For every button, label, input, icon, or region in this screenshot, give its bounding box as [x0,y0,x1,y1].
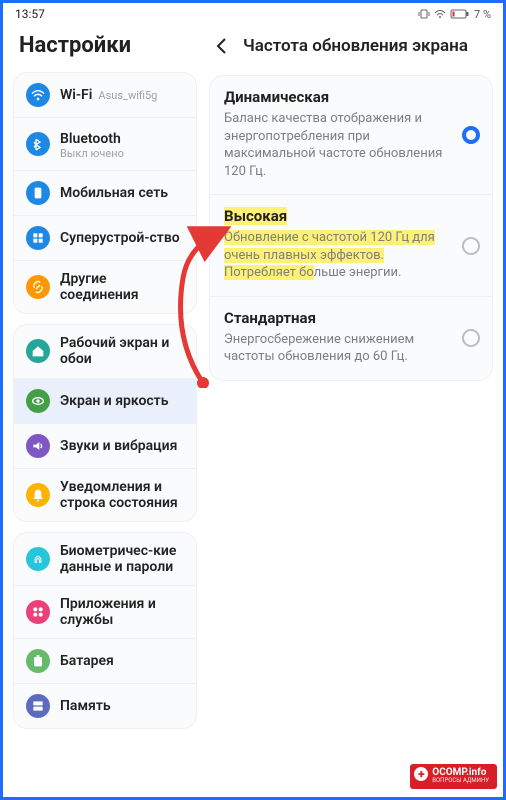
option-standard[interactable]: Стандартная Энергосбережение снижением ча… [210,297,492,380]
sidebar-item-label: Память [60,698,111,714]
eye-icon [26,389,50,413]
apps-icon [26,600,50,624]
sidebar-item-bio[interactable]: Биометричес-кие данные и пароли [14,533,196,586]
sidebar-item-labels: Звуки и вибрация [60,438,186,454]
sidebar-item-labels: Экран и яркость [60,393,186,409]
sidebar-item-display[interactable]: Экран и яркость [14,379,196,424]
sidebar-item-label: Батарея [60,653,114,669]
sidebar-item-label: Приложения и службы [60,596,186,628]
sidebar-item-sound[interactable]: Звуки и вибрация [14,424,196,469]
page-title: Настройки [19,33,197,58]
option-title: Высокая [224,207,450,225]
detail-pane: Частота обновления экрана Динамическая Ба… [203,23,503,795]
option-title: Стандартная [224,309,450,327]
status-right: 7 % [418,8,491,21]
sidebar-item-label: Мобильная сеть [60,185,168,201]
sidebar-item-labels: Суперустрой-ство [60,230,186,246]
option-desc: Энергосбережение снижением частоты обнов… [224,331,450,366]
sidebar-item-labels: Другие соединения [60,271,186,303]
bt-icon [26,132,50,156]
plus-icon: + [414,767,428,781]
sidebar-item-battery[interactable]: Батарея [14,639,196,684]
status-time: 13:57 [15,7,45,21]
watermark: + OCOMP.info ВОПРОСЫ АДМИНУ [410,764,497,789]
sidebar-item-label: Bluetooth [60,131,121,147]
status-bar: 13:57 7 % [3,3,503,23]
sidebar-item-label: Другие соединения [60,271,186,303]
arrow-left-icon [213,37,231,55]
sidebar-item-labels: Биометричес-кие данные и пароли [60,543,186,575]
back-button[interactable] [211,35,233,57]
link-icon [26,275,50,299]
sidebar-item-labels: Мобильная сеть [60,185,186,201]
battery-icon [450,9,470,19]
batt-icon [26,649,50,673]
sidebar-group: Рабочий экран и обои Экран и яркость Звуки… [13,324,197,521]
sidebar-item-label: Экран и яркость [60,393,169,409]
sidebar-item-label: Биометричес-кие данные и пароли [60,543,186,575]
radio-dynamic[interactable] [462,126,480,144]
sidebar-item-labels: Рабочий экран и обои [60,335,186,367]
option-desc: Баланс качества отображения и энергопотр… [224,110,450,180]
battery-pct: 7 % [474,8,491,21]
sidebar-item-notif[interactable]: Уведомления и строка состояния [14,469,196,521]
radio-standard[interactable] [462,329,480,347]
sidebar-group: Биометричес-кие данные и пароли Приложени… [13,532,197,729]
sidebar-item-labels: BluetoothВыкл ючено [60,128,186,160]
settings-sidebar: Настройки Wi-Fi Asus_wifi5g BluetoothВыкл … [3,23,203,795]
sidebar-item-bluetooth[interactable]: BluetoothВыкл ючено [14,118,196,171]
detail-title: Частота обновления экрана [243,36,468,56]
bell-icon [26,483,50,507]
home-icon [26,339,50,363]
sound-icon [26,434,50,458]
sidebar-group: Wi-Fi Asus_wifi5g BluetoothВыкл ючено Мобил… [13,72,197,314]
sidebar-item-label: Уведомления и строка состояния [60,479,186,511]
sidebar-item-labels: Уведомления и строка состояния [60,479,186,511]
sidebar-item-more[interactable]: Другие соединения [14,261,196,313]
sidebar-item-labels: Батарея [60,653,186,669]
vibrate-icon [418,9,430,19]
option-title: Динамическая [224,88,450,106]
sidebar-item-label: Рабочий экран и обои [60,335,186,367]
sidebar-item-labels: Приложения и службы [60,596,186,628]
finger-icon [26,547,50,571]
sidebar-item-label: Звуки и вибрация [60,438,177,454]
sidebar-item-super[interactable]: Суперустрой-ство [14,216,196,261]
refresh-rate-options: Динамическая Баланс качества отображения … [209,75,493,381]
storage-icon [26,694,50,718]
sidebar-item-label: Wi-Fi [60,87,92,103]
wifi-icon [26,83,50,107]
sidebar-item-storage[interactable]: Память [14,684,196,728]
sidebar-item-label: Суперустрой-ство [60,230,180,246]
grid-icon [26,226,50,250]
wifi-icon [434,9,446,19]
sim-icon [26,181,50,205]
option-high[interactable]: Высокая Обновление с частотой 120 Гц для … [210,195,492,297]
sidebar-item-apps[interactable]: Приложения и службы [14,586,196,639]
sidebar-item-wifi[interactable]: Wi-Fi Asus_wifi5g [14,73,196,118]
sidebar-item-labels: Wi-Fi Asus_wifi5g [60,87,186,103]
sidebar-item-labels: Память [60,698,186,714]
sidebar-item-mobile[interactable]: Мобильная сеть [14,171,196,216]
sidebar-item-sub: Asus_wifi5g [98,90,157,102]
watermark-line2: ВОПРОСЫ АДМИНУ [432,778,489,784]
option-desc: Обновление с частотой 120 Гц для очень п… [224,229,450,282]
sidebar-item-home[interactable]: Рабочий экран и обои [14,325,196,378]
radio-high[interactable] [462,237,480,255]
sidebar-item-sub: Выкл ючено [60,148,186,160]
option-dynamic[interactable]: Динамическая Баланс качества отображения … [210,76,492,195]
